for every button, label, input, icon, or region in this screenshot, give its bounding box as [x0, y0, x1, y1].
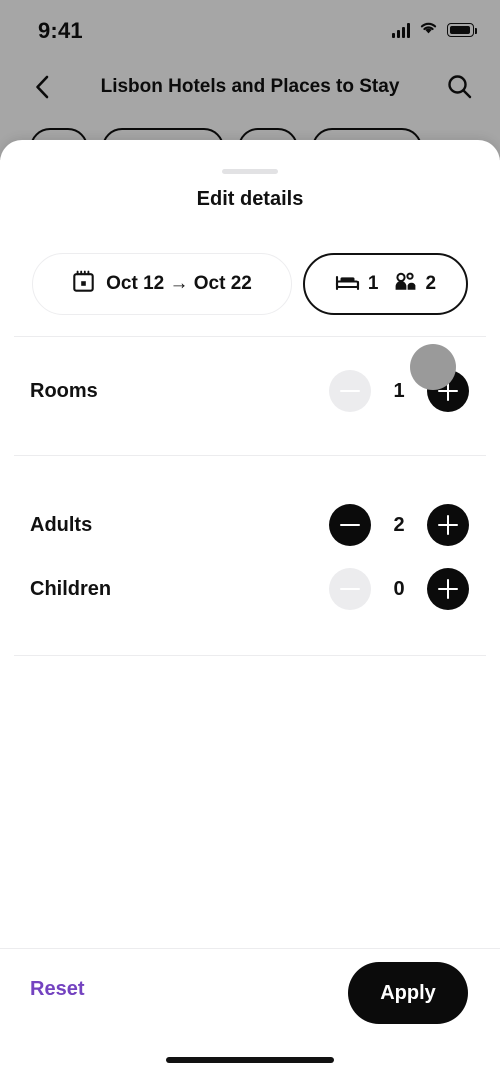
drag-handle[interactable]	[222, 169, 278, 174]
apply-button[interactable]: Apply	[348, 962, 468, 1024]
stepper-label: Adults	[30, 513, 93, 536]
guests-count: 2	[425, 273, 437, 294]
reset-button[interactable]: Reset	[30, 978, 84, 1001]
bed-icon	[335, 271, 360, 298]
apply-button-label: Apply	[380, 981, 436, 1004]
plus-icon-vertical	[446, 579, 450, 599]
footer-divider	[0, 948, 500, 949]
divider	[14, 655, 486, 656]
calendar-icon	[72, 270, 95, 298]
rooms-count: 1	[367, 273, 379, 294]
stepper-label: Children	[30, 577, 112, 600]
rooms-summary: 1	[335, 271, 379, 298]
stepper-row-adults: Adults 2	[0, 497, 500, 553]
divider	[14, 336, 486, 337]
modal-scrim[interactable]	[0, 0, 500, 160]
home-indicator	[166, 1057, 334, 1063]
children-increment-button[interactable]	[427, 568, 469, 610]
rooms-decrement-button[interactable]	[329, 370, 371, 412]
children-value: 0	[393, 577, 405, 600]
stepper-label: Rooms	[30, 379, 98, 402]
minus-icon	[340, 389, 360, 393]
touch-indicator	[410, 344, 456, 390]
dates-pill[interactable]: Oct 12 → Oct 22	[32, 253, 292, 315]
edit-details-sheet: Edit details Oct 12 → Oct 22 1 2 Rooms 1…	[0, 140, 500, 1080]
children-stepper: 0	[329, 568, 469, 610]
sheet-title: Edit details	[196, 188, 304, 210]
adults-decrement-button[interactable]	[329, 504, 371, 546]
dates-value: Oct 12 → Oct 22	[106, 273, 252, 294]
children-decrement-button[interactable]	[329, 568, 371, 610]
people-icon	[393, 271, 418, 298]
minus-icon	[340, 523, 360, 527]
guests-pill[interactable]: 1 2	[303, 253, 468, 315]
adults-stepper: 2	[329, 504, 469, 546]
summary-pills: Oct 12 → Oct 22 1 2	[0, 253, 500, 315]
divider	[14, 455, 486, 456]
adults-value: 2	[393, 513, 405, 536]
minus-icon	[340, 587, 360, 591]
guests-summary: 2	[393, 271, 437, 298]
phone-screen: 9:41 Lisbon Hotels and Places to Stay Ed…	[0, 0, 500, 1080]
background-app-layer: 9:41 Lisbon Hotels and Places to Stay	[0, 0, 500, 160]
adults-increment-button[interactable]	[427, 504, 469, 546]
stepper-row-children: Children 0	[0, 561, 500, 617]
plus-icon-vertical	[446, 515, 450, 535]
